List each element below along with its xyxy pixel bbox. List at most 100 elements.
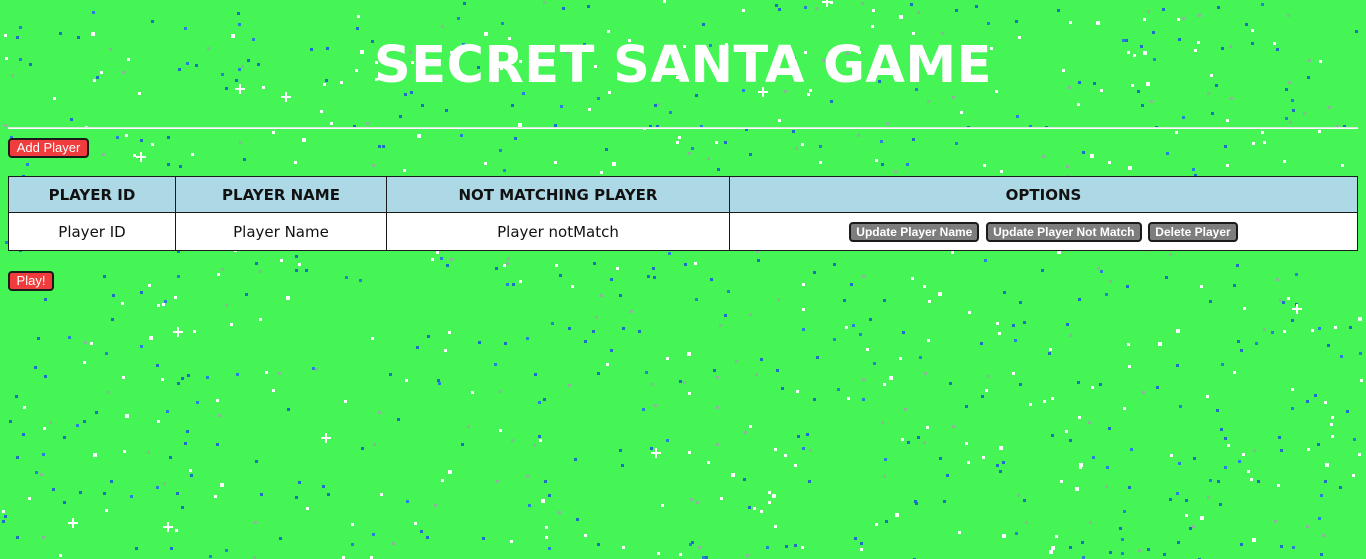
snow-dot (647, 275, 650, 278)
snow-dot (813, 271, 816, 274)
snow-dot (110, 480, 113, 483)
snow-dot (860, 548, 863, 551)
snow-dot (1292, 109, 1295, 112)
snow-dot (2, 520, 5, 523)
snow-dot (717, 168, 720, 171)
snow-dot (484, 162, 487, 165)
snow-dot (1314, 394, 1317, 397)
snow-dot (996, 322, 999, 325)
play-button[interactable]: Play! (8, 271, 54, 291)
snow-dot (679, 553, 682, 556)
snow-dot (371, 337, 374, 340)
snow-dot (503, 264, 506, 267)
snow-dot (926, 426, 929, 429)
snow-dot (869, 318, 872, 321)
snow-dot (757, 259, 760, 262)
snow-dot (684, 263, 687, 266)
snow-dot (883, 475, 886, 478)
snow-dot (883, 299, 886, 302)
snow-dot (813, 398, 816, 401)
snow-dot (1360, 379, 1363, 382)
snow-dot (448, 470, 452, 474)
snow-dot (884, 458, 887, 461)
snow-dot (924, 372, 927, 375)
snow-dot (438, 382, 441, 385)
snow-dot (238, 23, 241, 26)
snow-dot (1051, 434, 1054, 437)
snow-dot (1147, 10, 1150, 13)
snow-dot (504, 342, 507, 345)
snow-dot (225, 304, 228, 307)
add-player-button[interactable]: Add Player (8, 138, 89, 158)
sparkle (1292, 304, 1302, 314)
snow-dot (845, 326, 848, 329)
snow-dot (4, 124, 7, 127)
snow-dot (1324, 401, 1327, 404)
snow-dot (852, 324, 855, 327)
snow-dot (1175, 131, 1178, 134)
snow-dot (397, 418, 400, 421)
snow-dot (35, 471, 38, 474)
snow-dot (1292, 546, 1295, 549)
snow-dot (1106, 466, 1109, 469)
snow-dot (1192, 168, 1195, 171)
snow-dot (9, 420, 12, 423)
snow-dot (230, 323, 233, 326)
snow-dot (1105, 485, 1108, 488)
snow-dot (218, 414, 221, 417)
snow-dot (622, 546, 625, 549)
snow-dot (186, 430, 189, 433)
snow-dot (707, 157, 710, 160)
update-player-not-match-button[interactable]: Update Player Not Match (986, 221, 1142, 242)
snow-dot (157, 420, 160, 423)
snow-dot (1240, 349, 1243, 352)
snow-dot (1077, 381, 1080, 384)
update-player-name-button[interactable]: Update Player Name (849, 221, 980, 242)
snow-dot (691, 147, 694, 150)
snow-dot (166, 410, 169, 413)
snow-dot (1358, 317, 1362, 321)
snow-dot (1243, 307, 1246, 310)
snow-dot (287, 408, 290, 411)
snow-dot (560, 105, 563, 108)
snow-dot (427, 335, 430, 338)
snow-dot (1023, 499, 1026, 502)
snow-dot (1242, 453, 1245, 456)
snow-dot (1291, 319, 1294, 322)
snow-dot (1237, 340, 1240, 343)
cell-player-name: Player Name (175, 212, 387, 251)
snow-dot (1263, 328, 1266, 331)
snow-dot (857, 134, 860, 137)
snow-dot (1306, 400, 1309, 403)
snow-dot (558, 511, 561, 514)
snow-dot (1318, 327, 1321, 330)
snow-dot (174, 296, 177, 299)
snow-dot (217, 273, 220, 276)
snow-dot (923, 441, 926, 444)
snow-dot (1049, 348, 1052, 351)
snow-dot (1226, 164, 1229, 167)
snow-dot (653, 276, 656, 279)
snow-dot (999, 446, 1003, 450)
snow-dot (403, 169, 406, 172)
snow-dot (544, 480, 547, 483)
page-title: SECRET SANTA GAME (373, 36, 992, 95)
snow-dot (819, 145, 822, 148)
snow-dot (797, 435, 800, 438)
snow-dot (742, 9, 745, 12)
snow-dot (1182, 116, 1185, 119)
snow-dot (1000, 170, 1003, 173)
snow-dot (927, 339, 930, 342)
snow-dot (1182, 17, 1185, 20)
snow-dot (533, 444, 536, 447)
delete-player-button[interactable]: Delete Player (1148, 221, 1238, 242)
snow-dot (1209, 479, 1212, 482)
snow-dot (16, 456, 19, 459)
snow-dot (588, 108, 591, 111)
snow-dot (506, 283, 509, 286)
snow-dot (1211, 112, 1214, 115)
snow-dot (279, 537, 282, 540)
snow-dot (600, 294, 603, 297)
snow-dot (1092, 456, 1095, 459)
snow-dot (1012, 324, 1015, 327)
